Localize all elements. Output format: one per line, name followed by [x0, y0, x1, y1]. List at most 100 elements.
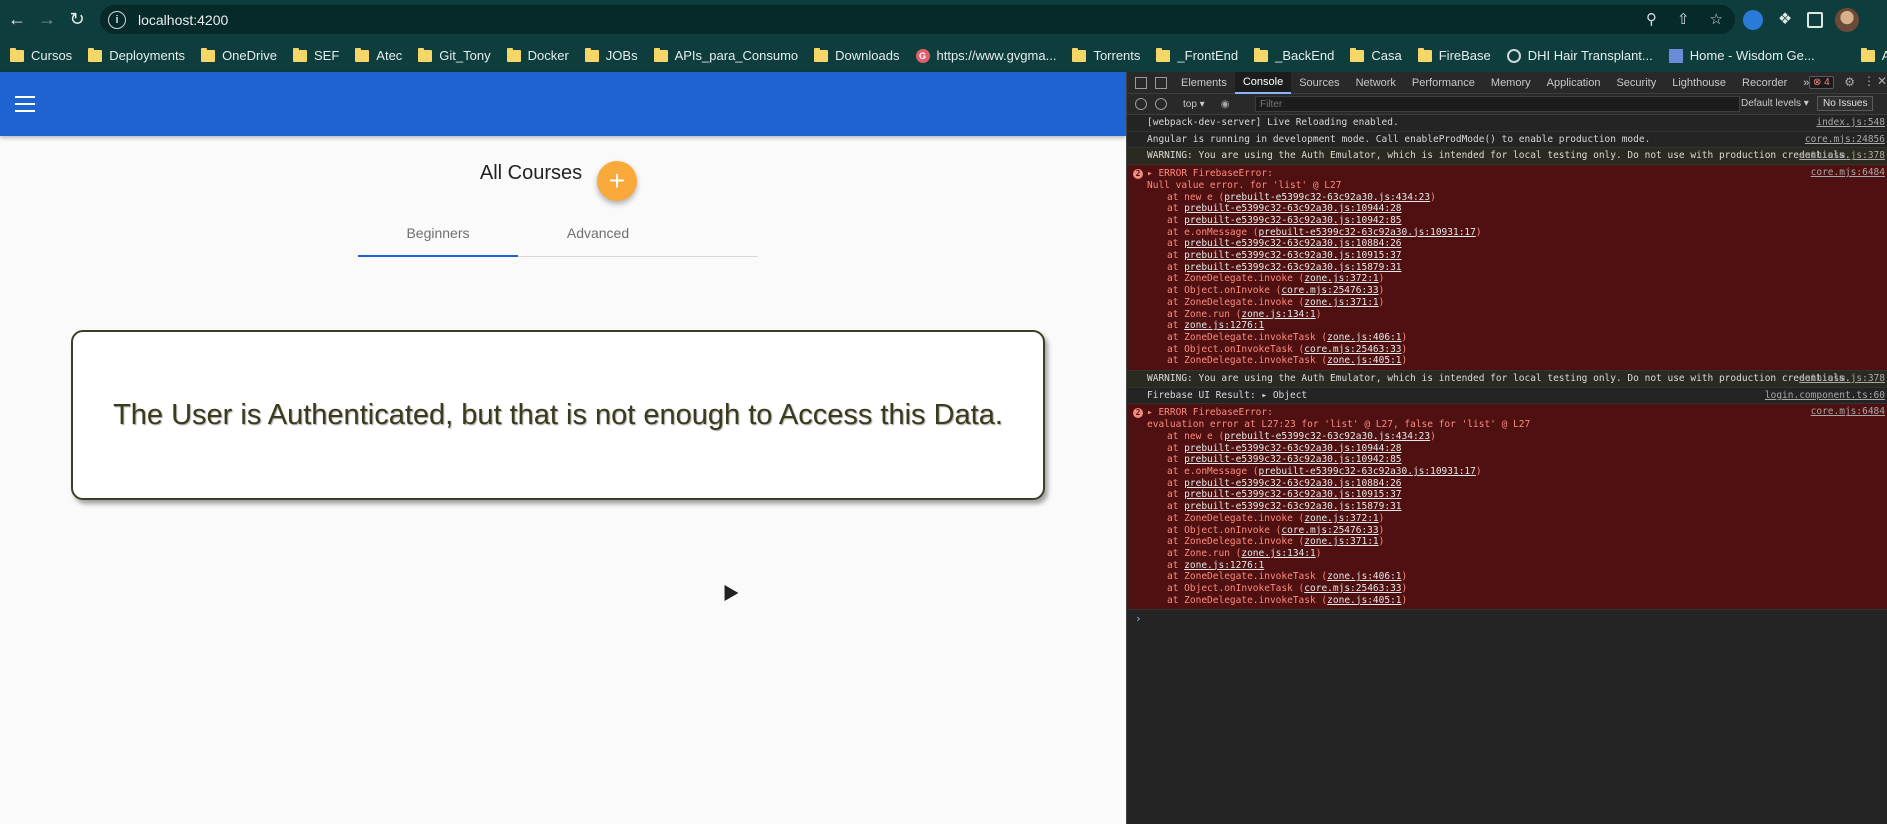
extension-icon[interactable]	[1743, 10, 1763, 30]
stack-frame-link[interactable]: prebuilt-e5399c32-63c92a30.js:15879:31	[1184, 262, 1401, 273]
source-link[interactable]: auth.esm.js:378	[1799, 373, 1885, 385]
puzzle-icon[interactable]: ❖	[1775, 10, 1795, 30]
source-link[interactable]: index.js:548	[1816, 117, 1885, 129]
bookmark-item[interactable]: Docker	[506, 47, 569, 63]
stack-frame-link[interactable]: zone.js:371:1	[1304, 536, 1378, 547]
tab-performance[interactable]: Performance	[1404, 72, 1483, 94]
tab-application[interactable]: Application	[1539, 72, 1609, 94]
reload-icon[interactable]: ↻	[64, 7, 90, 33]
error-count-badge[interactable]: ⊗ 4	[1809, 76, 1834, 89]
stack-frame-link[interactable]: core.mjs:25476:33	[1281, 285, 1378, 296]
tab-security[interactable]: Security	[1608, 72, 1664, 94]
gear-icon[interactable]: ⚙	[1844, 75, 1855, 89]
avatar[interactable]	[1835, 8, 1859, 32]
bookmark-item[interactable]: Downloads	[814, 47, 900, 63]
close-icon[interactable]: ✕	[1877, 74, 1887, 88]
stack-frame-link[interactable]: zone.js:371:1	[1304, 297, 1378, 308]
stack-frame-link[interactable]: prebuilt-e5399c32-63c92a30.js:434:23	[1224, 431, 1430, 442]
stack-frame-link[interactable]: prebuilt-e5399c32-63c92a30.js:10884:26	[1184, 478, 1401, 489]
tab-console[interactable]: Console	[1234, 71, 1292, 94]
share-icon[interactable]: ⇧	[1677, 10, 1690, 28]
stack-frame-link[interactable]: zone.js:406:1	[1327, 332, 1401, 343]
bookmark-item[interactable]: JOBs	[584, 47, 638, 63]
stack-frame-link[interactable]: prebuilt-e5399c32-63c92a30.js:10944:28	[1184, 443, 1401, 454]
bookmark-item[interactable]: APIs_para_Consumo	[653, 47, 798, 63]
tab-elements[interactable]: Elements	[1173, 72, 1235, 94]
more-icon[interactable]: ⋮	[1863, 74, 1875, 88]
bookmark-item[interactable]: Atec	[355, 47, 402, 63]
site-info-icon[interactable]: i	[108, 10, 126, 29]
bookmark-item[interactable]: SEF	[292, 47, 339, 63]
stack-frame-link[interactable]: core.mjs:25463:33	[1304, 344, 1401, 355]
eye-icon[interactable]: ◉	[1221, 99, 1230, 110]
source-link[interactable]: auth.esm.js:378	[1799, 150, 1885, 162]
tab-recorder[interactable]: Recorder	[1734, 72, 1795, 94]
bookmark-item[interactable]: Deployments	[88, 47, 185, 63]
stack-frame-link[interactable]: prebuilt-e5399c32-63c92a30.js:10942:85	[1184, 215, 1401, 226]
forward-icon[interactable]: →	[34, 7, 60, 33]
clear-console-icon[interactable]	[1155, 98, 1167, 110]
back-icon[interactable]: ←	[4, 7, 30, 33]
stack-frame-link[interactable]: prebuilt-e5399c32-63c92a30.js:10944:28	[1184, 203, 1401, 214]
bookmark-item[interactable]: Casa	[1350, 47, 1402, 63]
issues-button[interactable]: No Issues	[1817, 96, 1874, 111]
stack-frame-link[interactable]: zone.js:406:1	[1327, 571, 1401, 582]
bookmark-item[interactable]: _BackEnd	[1254, 47, 1334, 63]
bookmark-item[interactable]: Git_Tony	[418, 47, 491, 63]
key-icon[interactable]: ⚲	[1646, 10, 1657, 28]
stack-frame-link[interactable]: zone.js:405:1	[1327, 595, 1401, 606]
source-link[interactable]: login.component.ts:60	[1765, 390, 1885, 402]
tab-sources[interactable]: Sources	[1291, 72, 1347, 94]
stack-frame-link[interactable]: zone.js:134:1	[1241, 309, 1315, 320]
stack-frame-link[interactable]: prebuilt-e5399c32-63c92a30.js:15879:31	[1184, 501, 1401, 512]
inspect-icon[interactable]	[1135, 76, 1147, 89]
bookmark-item[interactable]: FireBase	[1417, 47, 1491, 63]
tab-memory[interactable]: Memory	[1483, 72, 1539, 94]
source-link[interactable]: core.mjs:6484	[1811, 167, 1885, 179]
stack-frame-link[interactable]: zone.js:372:1	[1304, 513, 1378, 524]
bookmark-item[interactable]: Home - Wisdom Ge...	[1668, 48, 1815, 63]
source-link[interactable]: core.mjs:6484	[1811, 406, 1885, 418]
source-link[interactable]: core.mjs:24856	[1805, 134, 1885, 146]
bookmark-item[interactable]: _FrontEnd	[1156, 47, 1238, 63]
stack-frame-link[interactable]: core.mjs:25476:33	[1281, 525, 1378, 536]
tab-beginners[interactable]: Beginners	[358, 209, 518, 257]
bookmark-item[interactable]: Torrents	[1072, 47, 1140, 63]
console-filter-input[interactable]	[1255, 96, 1740, 112]
folder-icon	[506, 47, 521, 62]
stack-frame-link[interactable]: prebuilt-e5399c32-63c92a30.js:10884:26	[1184, 238, 1401, 249]
stack-frame-link[interactable]: prebuilt-e5399c32-63c92a30.js:10931:17	[1259, 227, 1476, 238]
stack-frame-link[interactable]: zone.js:1276:1	[1184, 560, 1264, 571]
log-levels-select[interactable]: Default levels ▾	[1741, 98, 1809, 109]
context-select[interactable]: top ▾	[1179, 99, 1209, 110]
bookmark-item[interactable]: DHI Hair Transplant...	[1506, 48, 1653, 63]
all-bookmarks[interactable]: All Bookmarks	[1860, 47, 1887, 63]
stack-frame-link[interactable]: zone.js:134:1	[1241, 548, 1315, 559]
stack-frame-link[interactable]: zone.js:1276:1	[1184, 320, 1264, 331]
stack-frame-link[interactable]: core.mjs:25463:33	[1304, 583, 1401, 594]
address-bar[interactable]: i localhost:4200 ⚲ ⇧ ☆	[100, 5, 1735, 34]
menu-icon[interactable]	[15, 96, 35, 112]
error-heading[interactable]: ▸ ERROR FirebaseError:	[1147, 407, 1815, 419]
side-panel-icon[interactable]	[1807, 12, 1823, 28]
stack-frame-link[interactable]: prebuilt-e5399c32-63c92a30.js:10915:37	[1184, 489, 1401, 500]
bookmark-item[interactable]: Cursos	[10, 47, 72, 63]
stack-frame-link[interactable]: prebuilt-e5399c32-63c92a30.js:434:23	[1224, 192, 1430, 203]
device-toolbar-icon[interactable]	[1155, 76, 1167, 89]
stack-frame-link[interactable]: prebuilt-e5399c32-63c92a30.js:10915:37	[1184, 250, 1401, 261]
star-icon[interactable]: ☆	[1710, 10, 1723, 28]
tab-lighthouse[interactable]: Lighthouse	[1664, 72, 1734, 94]
tab-advanced[interactable]: Advanced	[518, 209, 678, 257]
stack-frame-link[interactable]: prebuilt-e5399c32-63c92a30.js:10942:85	[1184, 454, 1401, 465]
stack-frame-link[interactable]: prebuilt-e5399c32-63c92a30.js:10931:17	[1259, 466, 1476, 477]
sidebar-toggle-icon[interactable]	[1135, 98, 1147, 110]
console-prompt[interactable]: ›	[1127, 613, 1887, 625]
bookmark-item[interactable]: OneDrive	[201, 47, 277, 63]
add-course-button[interactable]: +	[597, 161, 637, 201]
stack-frame-link[interactable]: zone.js:405:1	[1327, 355, 1401, 366]
error-heading[interactable]: ▸ ERROR FirebaseError:	[1147, 168, 1815, 180]
tab-network[interactable]: Network	[1348, 72, 1404, 94]
url-text[interactable]: localhost:4200	[138, 12, 228, 28]
bookmark-item[interactable]: Ghttps://www.gvgma...	[915, 48, 1056, 63]
stack-frame-link[interactable]: zone.js:372:1	[1304, 273, 1378, 284]
